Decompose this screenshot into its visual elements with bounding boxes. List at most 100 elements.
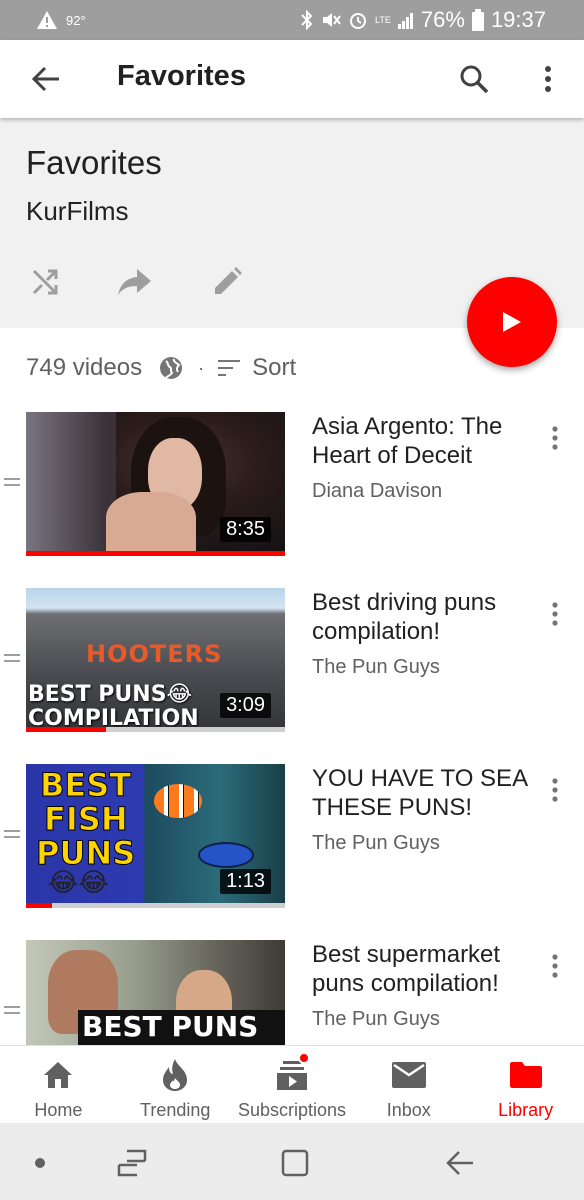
home-system-button[interactable]: [275, 1145, 315, 1181]
back-button[interactable]: [24, 57, 68, 101]
video-channel: Diana Davison: [312, 480, 443, 502]
drag-handle-icon[interactable]: [4, 654, 20, 668]
dot-icon: [35, 1158, 45, 1168]
playlist-channel[interactable]: KurFilms: [26, 196, 129, 227]
drag-handle-icon[interactable]: [4, 478, 20, 492]
globe-icon: [160, 357, 183, 379]
recents-button[interactable]: [112, 1145, 152, 1181]
search-icon: [460, 65, 489, 94]
app-bar: Favorites: [0, 40, 584, 118]
progress-track: [26, 903, 285, 908]
nav-inbox[interactable]: Inbox: [350, 1046, 467, 1123]
video-more-button[interactable]: [540, 770, 570, 810]
video-title[interactable]: Best supermarket puns compilation!: [312, 940, 532, 998]
nav-label: Inbox: [386, 1100, 431, 1120]
video-thumbnail[interactable]: 8:35: [26, 412, 285, 556]
video-duration: 3:09: [220, 693, 271, 718]
recents-icon: [117, 1149, 147, 1177]
folder-icon: [509, 1062, 542, 1088]
flame-icon: [163, 1059, 188, 1091]
mail-icon: [391, 1062, 426, 1088]
nav-label: Trending: [140, 1100, 211, 1120]
video-title[interactable]: YOU HAVE TO SEA THESE PUNS!: [312, 764, 532, 822]
thumbnail-text: HOOTERS: [86, 640, 223, 668]
more-vert-icon: [552, 426, 558, 450]
play-icon: [503, 312, 521, 332]
more-options-button[interactable]: [526, 57, 570, 101]
meta-separator: ·: [198, 357, 205, 378]
share-icon: [118, 269, 151, 295]
page-title: Favorites: [117, 60, 246, 92]
thumbnail-hand: [106, 492, 196, 556]
notification-dot: [297, 1052, 310, 1064]
bluetooth-icon: [301, 10, 313, 30]
shuffle-icon: [32, 269, 58, 295]
video-count: 749 videos: [26, 354, 143, 381]
drag-handle-icon[interactable]: [4, 1006, 20, 1020]
system-back-button[interactable]: [440, 1145, 480, 1181]
playlist-meta: 749 videos · Sort: [26, 348, 296, 388]
list-item[interactable]: BEST PUNS😂 Best supermarket puns compila…: [0, 940, 584, 1045]
nav-subscriptions[interactable]: Subscriptions: [234, 1046, 351, 1123]
watch-progress: [26, 551, 285, 556]
nav-trending[interactable]: Trending: [117, 1046, 234, 1123]
nav-label: Home: [34, 1100, 83, 1120]
sort-button[interactable]: Sort: [252, 354, 296, 382]
video-thumbnail[interactable]: HOOTERS BEST PUNS😂 COMPILATION 3:09: [26, 588, 285, 732]
network-type: LTE: [375, 15, 391, 25]
shuffle-button[interactable]: [23, 260, 67, 304]
dot-button[interactable]: [20, 1145, 60, 1181]
nav-library[interactable]: Library: [467, 1046, 584, 1123]
video-title[interactable]: Best driving puns compilation!: [312, 588, 532, 646]
battery-percent: 76%: [420, 7, 465, 32]
more-vert-icon: [552, 602, 558, 626]
video-channel: The Pun Guys: [312, 832, 440, 854]
warning-icon: [37, 11, 57, 29]
status-temperature: 92°: [66, 12, 86, 28]
video-channel: The Pun Guys: [312, 1008, 440, 1030]
bluetang-image: [198, 842, 254, 868]
drag-handle-icon[interactable]: [4, 830, 20, 844]
video-title[interactable]: Asia Argento: The Heart of Deceit: [312, 412, 532, 470]
bottom-nav: Home Trending Subscriptions Inbox Librar…: [0, 1045, 584, 1123]
thumbnail-text: BEST PUNS😂: [28, 682, 193, 707]
back-arrow-icon: [446, 1151, 473, 1175]
video-duration: 1:13: [220, 869, 271, 894]
home-icon: [44, 1062, 73, 1088]
video-more-button[interactable]: [540, 946, 570, 986]
video-more-button[interactable]: [540, 594, 570, 634]
playlist-title: Favorites: [26, 144, 162, 181]
thumbnail-text: 😂😂: [48, 868, 109, 898]
video-more-button[interactable]: [540, 418, 570, 458]
thumbnail-text: FISH: [44, 800, 129, 839]
video-duration: 8:35: [220, 517, 271, 542]
video-thumbnail[interactable]: BEST PUNS😂: [26, 940, 285, 1045]
more-vert-icon: [552, 954, 558, 978]
alarm-icon: [350, 13, 367, 29]
list-item[interactable]: HOOTERS BEST PUNS😂 COMPILATION 3:09 Best…: [0, 588, 584, 738]
thumbnail-text: BEST: [39, 766, 132, 805]
edit-button[interactable]: [205, 260, 249, 304]
watch-progress: [26, 903, 52, 908]
video-thumbnail[interactable]: BEST FISH PUNS 😂😂 1:13: [26, 764, 285, 908]
status-time: 19:37: [490, 7, 546, 32]
play-all-button[interactable]: [467, 277, 557, 367]
watch-progress: [26, 727, 107, 732]
clownfish-image: [154, 784, 202, 818]
video-channel: The Pun Guys: [312, 656, 440, 678]
edit-icon: [215, 267, 242, 294]
system-nav-bar: [0, 1123, 584, 1200]
home-square-icon: [281, 1149, 309, 1177]
list-item[interactable]: BEST FISH PUNS 😂😂 1:13 YOU HAVE TO SEA T…: [0, 764, 584, 914]
nav-home[interactable]: Home: [0, 1046, 117, 1123]
sort-icon[interactable]: [218, 356, 242, 380]
share-button[interactable]: [113, 260, 157, 304]
more-vert-icon: [545, 66, 551, 92]
thumbnail-background: [26, 412, 116, 556]
battery-icon: [471, 9, 484, 31]
thumbnail-text: PUNS: [35, 834, 136, 873]
list-item[interactable]: 8:35 Asia Argento: The Heart of Deceit D…: [0, 412, 584, 562]
nav-label: Library: [498, 1100, 554, 1120]
thumbnail-text: BEST PUNS😂: [78, 1010, 285, 1045]
search-button[interactable]: [452, 57, 496, 101]
